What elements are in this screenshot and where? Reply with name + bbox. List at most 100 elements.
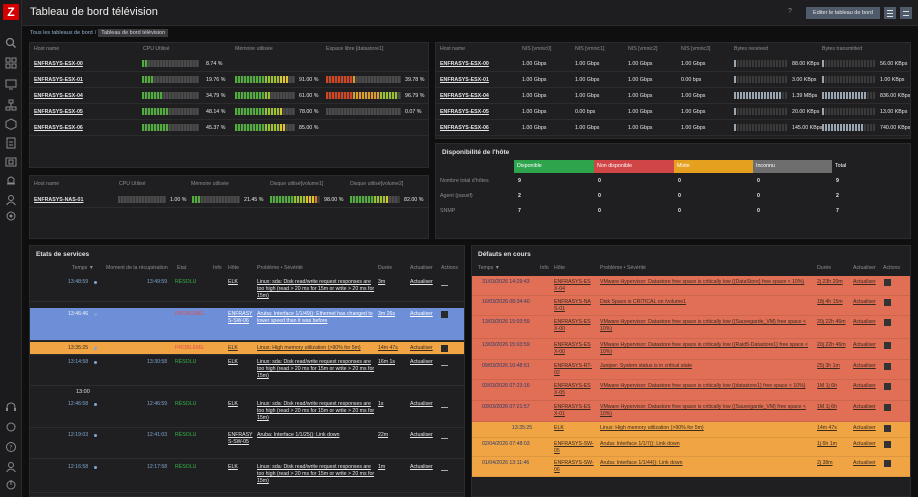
- event-host-link[interactable]: ELK: [228, 359, 254, 366]
- col-memory[interactable]: Mémoire utilisée: [191, 181, 229, 187]
- col-problem[interactable]: Problème • Sévérité: [257, 265, 303, 271]
- help-icon[interactable]: ?: [4, 440, 18, 454]
- actions-icon[interactable]: [441, 359, 448, 366]
- integrations-icon[interactable]: [4, 420, 18, 434]
- col-host-name[interactable]: Host name: [34, 46, 59, 52]
- kiosk-mode-button[interactable]: [900, 7, 912, 19]
- problem-duration[interactable]: 20j 22h 46m: [817, 319, 846, 326]
- event-host-link[interactable]: ELK: [228, 345, 254, 352]
- problem-duration[interactable]: 2j 23h 20m: [817, 279, 843, 286]
- problem-host-link[interactable]: ENFRASYS-SW-05: [554, 441, 594, 455]
- event-duration[interactable]: 3m 26s: [378, 311, 395, 318]
- col-host-name[interactable]: Host name: [440, 46, 465, 52]
- problem-host-link[interactable]: ENFRASYS-ESX-01: [554, 404, 594, 418]
- net-host-link[interactable]: ENFRASYS-ESX-01: [440, 77, 489, 83]
- col-datastore[interactable]: Espace libre [datastore1]: [326, 46, 383, 52]
- col-bytes-received[interactable]: Bytes received: [734, 46, 768, 52]
- col-problem[interactable]: Problème • Sévérité: [600, 265, 646, 271]
- col-host-name[interactable]: Host name: [34, 181, 59, 187]
- event-duration[interactable]: 22m: [378, 432, 388, 439]
- col-duration[interactable]: Durée: [817, 265, 831, 271]
- problem-row[interactable]: 13/03/2026 15:03:59 ENFRASYS-ESX-00 VMware…: [472, 339, 910, 360]
- problem-description-link[interactable]: VMware Hypervisor: Datastore free space …: [600, 404, 812, 418]
- actions-icon[interactable]: [884, 383, 891, 390]
- actions-icon[interactable]: [441, 464, 448, 471]
- actions-icon[interactable]: [884, 460, 891, 467]
- esx-host-link[interactable]: ENFRASYS-ESX-00: [34, 61, 83, 67]
- service-event-row[interactable]: 13:46:46 PROBLÈME ENFRASYS-SW-06 Aruba: Int…: [30, 308, 464, 341]
- service-event-row[interactable]: 12:19:03 12:41:03 RÉSOLU ENFRASYS-SW-05 Arub…: [30, 429, 464, 459]
- actions-icon[interactable]: [441, 311, 448, 318]
- col-bytes-transmitted[interactable]: Bytes transmitted: [822, 46, 862, 52]
- problem-row[interactable]: 16/03/2026 08:34:40 ENFRASYS-NAS-01 Disk S…: [472, 296, 910, 316]
- actions-icon[interactable]: [441, 345, 448, 352]
- event-problem-link[interactable]: Aruba: Interface 1/1/25(): Link down: [257, 432, 375, 439]
- problem-row[interactable]: 01/04/2026 13:11:46 ENFRASYS-SW-06 Aruba: …: [472, 457, 910, 477]
- acknowledge-link[interactable]: Actualiser: [410, 401, 433, 408]
- actions-icon[interactable]: [884, 363, 891, 370]
- problem-host-link[interactable]: ENFRASYS-ESX-00: [554, 342, 594, 356]
- monitoring-icon[interactable]: [4, 77, 18, 91]
- problem-description-link[interactable]: VMware Hypervisor: Datastore free space …: [600, 319, 812, 333]
- event-duration[interactable]: 1s: [378, 401, 383, 408]
- problem-host-link[interactable]: ENFRASYS-NAS-01: [554, 299, 594, 313]
- acknowledge-link[interactable]: Actualiser: [853, 279, 876, 286]
- problem-host-link[interactable]: ENFRASYS-ESX-05: [554, 383, 594, 397]
- problem-row[interactable]: 13/03/2026 15:03:59 ENFRASYS-ESX-00 VMware…: [472, 316, 910, 339]
- problem-duration[interactable]: 1M 1j 6h: [817, 383, 837, 390]
- actions-icon[interactable]: [884, 441, 891, 448]
- problem-description-link[interactable]: Disk Space is CRITICAL on /volume1: [600, 299, 812, 306]
- event-problem-link[interactable]: Aruba: Interface 1/1/49(): Ethernet has …: [257, 311, 375, 325]
- col-actions[interactable]: Actions: [441, 265, 458, 271]
- net-host-link[interactable]: ENFRASYS-ESX-04: [440, 93, 489, 99]
- acknowledge-link[interactable]: Actualiser: [853, 404, 876, 411]
- event-problem-link[interactable]: Linux: sda: Disk read/write request resp…: [257, 401, 375, 422]
- col-ack[interactable]: Actualiser: [853, 265, 876, 271]
- problem-duration[interactable]: 18j 4h 15m: [817, 299, 843, 306]
- breadcrumb-current[interactable]: Tableau de bord télévision: [98, 29, 169, 37]
- administration-icon[interactable]: [4, 209, 18, 223]
- acknowledge-link[interactable]: Actualiser: [410, 279, 433, 286]
- problem-description-link[interactable]: Linux: High memory utilization (>90% for…: [600, 425, 812, 432]
- col-vmnic1[interactable]: NIS [vmnic1]: [575, 46, 604, 52]
- problem-duration[interactable]: 14m 47s: [817, 425, 837, 432]
- service-event-row[interactable]: 13:35:25 PROBLÈME ELK Linux: High memory ut…: [30, 342, 464, 355]
- net-host-link[interactable]: ENFRASYS-ESX-00: [440, 61, 489, 67]
- user-settings-icon[interactable]: [4, 460, 18, 474]
- event-host-link[interactable]: ENFRASYS-SW-06: [228, 311, 254, 325]
- col-duration[interactable]: Durée: [378, 265, 392, 271]
- acknowledge-link[interactable]: Actualiser: [853, 363, 876, 370]
- reports-icon[interactable]: [4, 136, 18, 150]
- actions-icon[interactable]: [884, 342, 891, 349]
- col-host[interactable]: Hôte: [228, 265, 239, 271]
- inventory-icon[interactable]: [4, 117, 18, 131]
- services-icon[interactable]: [4, 98, 18, 112]
- esx-host-link[interactable]: ENFRASYS-ESX-04: [34, 93, 83, 99]
- service-event-row[interactable]: 13:14:58 13:30:58 RÉSOLU ELK Linux: sda: Dis…: [30, 356, 464, 386]
- problem-description-link[interactable]: VMware Hypervisor: Datastore free space …: [600, 279, 812, 286]
- problem-host-link[interactable]: ENFRASYS-ESX-04: [554, 279, 594, 293]
- col-volume1[interactable]: Disque utilisé[volume1]: [270, 181, 323, 187]
- data-collection-icon[interactable]: [4, 155, 18, 169]
- event-host-link[interactable]: ELK: [228, 401, 254, 408]
- event-problem-link[interactable]: Linux: High memory utilization (>90% for…: [257, 345, 375, 352]
- problem-description-link[interactable]: VMware Hypervisor: Datastore free space …: [600, 342, 812, 356]
- actions-icon[interactable]: [441, 401, 448, 408]
- actions-icon[interactable]: [884, 279, 891, 286]
- service-event-row[interactable]: 12:16:58 12:17:58 RÉSOLU ELK Linux: sda: Dis…: [30, 461, 464, 493]
- col-time[interactable]: Temps ▼: [72, 265, 94, 271]
- event-host-link[interactable]: ELK: [228, 464, 254, 471]
- net-host-link[interactable]: ENFRASYS-ESX-05: [440, 109, 489, 115]
- problem-host-link[interactable]: ELK: [554, 425, 594, 432]
- event-duration[interactable]: 3m: [378, 279, 385, 286]
- problem-description-link[interactable]: Juniper: System status is in critical st…: [600, 363, 812, 370]
- menu-button[interactable]: [884, 7, 896, 19]
- acknowledge-link[interactable]: Actualiser: [853, 299, 876, 306]
- service-event-row[interactable]: 13:48:59 13:49:59 RÉSOLU ELK Linux: sda: Dis…: [30, 276, 464, 302]
- edit-dashboard-button[interactable]: Editer le tableau de bord: [806, 7, 880, 19]
- problem-duration[interactable]: 1j 6h 1m: [817, 441, 837, 448]
- col-memory[interactable]: Mémoire utilisée: [235, 46, 273, 52]
- col-host[interactable]: Hôte: [554, 265, 565, 271]
- esx-host-link[interactable]: ENFRASYS-ESX-01: [34, 77, 83, 83]
- problem-description-link[interactable]: Aruba: Interface 1/1/44(): Link down: [600, 460, 812, 467]
